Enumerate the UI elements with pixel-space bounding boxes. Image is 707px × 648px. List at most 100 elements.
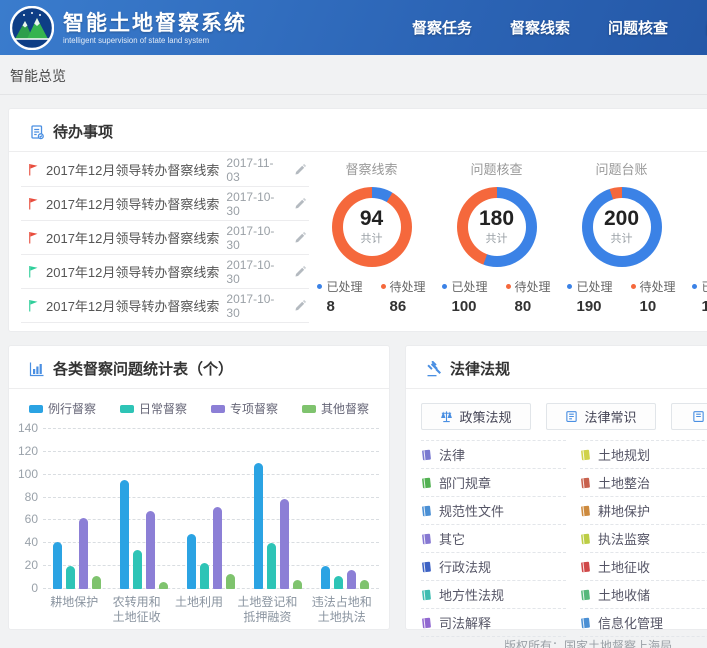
- legend-swatch-icon: [211, 405, 225, 413]
- todo-item[interactable]: 2017年12月领导转办督察线索 2017-11-03: [21, 153, 309, 187]
- bar: [53, 542, 62, 589]
- donut-total-label: 共计: [361, 230, 383, 246]
- y-tick-label: 140: [18, 421, 38, 435]
- bar: [293, 580, 302, 589]
- processed-label: 已处理: [701, 278, 707, 295]
- bar: [133, 550, 142, 589]
- law-link[interactable]: 耕地保护: [580, 496, 707, 525]
- law-link[interactable]: 土地规划: [580, 440, 707, 469]
- todo-item[interactable]: 2017年12月领导转办督察线索 2017-10-30: [21, 187, 309, 221]
- book-icon: [580, 449, 591, 461]
- law-link[interactable]: 执法监察: [580, 524, 707, 553]
- law-link[interactable]: 土地征收: [580, 552, 707, 581]
- button-label: 政策法规: [459, 407, 511, 426]
- law-link[interactable]: 其它: [421, 524, 566, 553]
- y-tick-label: 100: [18, 467, 38, 481]
- donut-ring: 200 共计: [582, 187, 662, 267]
- third-legal-button[interactable]: [671, 403, 707, 430]
- legend-processed: 已处理 175: [692, 278, 707, 315]
- edit-icon[interactable]: [293, 299, 307, 313]
- donut-charts: 督察线索 94 共计 已处理 8 待处理 86: [309, 159, 707, 315]
- x-tick-label: 违法占地和 土地执法: [312, 595, 372, 625]
- legend-processed: 已处理 100: [442, 278, 487, 315]
- book-icon: [580, 589, 591, 601]
- processed-value: 175: [692, 298, 707, 315]
- edit-icon[interactable]: [293, 231, 307, 245]
- law-link-label: 信息化管理: [598, 613, 663, 632]
- bar-chart-x-axis: 耕地保护农转用和 土地征收土地利用土地登记和 抵押融资违法占地和 土地执法: [43, 595, 379, 625]
- pending-label: 待处理: [390, 278, 426, 295]
- donut-chart-supervision-tasks: 督察任务 共计 已处理 175 待处理: [684, 159, 707, 315]
- law-link-label: 土地收储: [598, 585, 650, 604]
- edit-icon[interactable]: [293, 197, 307, 211]
- law-link[interactable]: 土地整治: [580, 468, 707, 497]
- donut-legend: 已处理 190 待处理 10: [567, 278, 675, 315]
- pending-dot-icon: [506, 284, 511, 289]
- bar: [226, 574, 235, 589]
- law-link[interactable]: 司法解释: [421, 608, 566, 637]
- bar: [280, 499, 289, 589]
- law-link[interactable]: 行政法规: [421, 552, 566, 581]
- bar-group: [254, 429, 302, 589]
- bar-group: [53, 429, 101, 589]
- gavel-icon: [426, 361, 442, 377]
- todo-item-date: 2017-11-03: [226, 156, 286, 184]
- nav-item-supervision-tasks[interactable]: 督察任务: [412, 17, 472, 38]
- flag-icon: [27, 231, 39, 244]
- todo-item[interactable]: 2017年12月领导转办督察线索 2017-10-30: [21, 221, 309, 255]
- edit-icon[interactable]: [293, 265, 307, 279]
- law-link[interactable]: 土地收储: [580, 580, 707, 609]
- legal-knowledge-button[interactable]: 法律常识: [546, 403, 656, 430]
- processed-value: 190: [567, 298, 612, 315]
- bar-group: [120, 429, 168, 589]
- todo-item[interactable]: 2017年12月领导转办督察线索 2017-10-30: [21, 255, 309, 289]
- law-link[interactable]: 信息化管理: [580, 608, 707, 637]
- legal-panel: 法律法规 政策法规 法律常识 法律土地规划部门规章 土地整治规范性文件耕地保护其它…: [405, 345, 707, 630]
- book-icon: [421, 449, 432, 461]
- policy-regulations-button[interactable]: 政策法规: [421, 403, 531, 430]
- bar: [200, 563, 209, 589]
- bar-chart-icon: [29, 361, 45, 377]
- todo-item-title: 2017年12月领导转办督察线索: [46, 296, 219, 315]
- legal-panel-header: 法律法规: [406, 346, 707, 389]
- bar: [334, 576, 343, 589]
- legend-item-other[interactable]: 其他督察: [302, 400, 369, 417]
- law-link-label: 其它: [439, 529, 465, 548]
- bar-chart-y-axis: 020406080100120140: [13, 429, 43, 589]
- bar: [146, 511, 155, 589]
- legend-item-special[interactable]: 专项督察: [211, 400, 278, 417]
- divider: [0, 94, 707, 95]
- law-link[interactable]: 法律: [421, 440, 566, 469]
- donut-total-label: 共计: [486, 230, 508, 246]
- law-link[interactable]: 部门规章: [421, 468, 566, 497]
- legend-label: 专项督察: [230, 400, 278, 417]
- legend-label: 日常督察: [139, 400, 187, 417]
- book-icon: [580, 477, 591, 489]
- todo-list: 2017年12月领导转办督察线索 2017-11-03 2017年12月领导转办…: [21, 153, 309, 323]
- donut-total-value: 94: [360, 208, 383, 230]
- law-link-label: 部门规章: [439, 473, 491, 492]
- scales-icon: [440, 410, 453, 423]
- edit-icon[interactable]: [293, 163, 307, 177]
- donut-center: 94 共计: [343, 198, 401, 256]
- todo-item[interactable]: 2017年12月领导转办督察线索 2017-10-30: [21, 289, 309, 323]
- nav-item-supervision-clues[interactable]: 督察线索: [510, 17, 570, 38]
- nav-item-issue-check[interactable]: 问题核查: [608, 17, 668, 38]
- donut-total-label: 共计: [611, 230, 633, 246]
- legend-swatch-icon: [29, 405, 43, 413]
- todo-item-title: 2017年12月领导转办督察线索: [46, 262, 219, 281]
- book-icon: [580, 505, 591, 517]
- x-tick-label: 土地利用: [175, 595, 223, 625]
- x-tick-label: 土地登记和 抵押融资: [237, 595, 297, 625]
- processed-dot-icon: [317, 284, 322, 289]
- donut-ring: 180 共计: [457, 187, 537, 267]
- flag-icon: [27, 163, 39, 176]
- legend-item-daily[interactable]: 日常督察: [120, 400, 187, 417]
- legend-item-routine[interactable]: 例行督察: [29, 400, 96, 417]
- law-link[interactable]: 地方性法规: [421, 580, 566, 609]
- law-link[interactable]: 规范性文件: [421, 496, 566, 525]
- clipboard-icon: [29, 124, 45, 140]
- bar-chart-area: 020406080100120140 耕地保护农转用和 土地征收土地利用土地登记…: [13, 429, 379, 625]
- legend-label: 例行督察: [48, 400, 96, 417]
- processed-label: 已处理: [576, 278, 612, 295]
